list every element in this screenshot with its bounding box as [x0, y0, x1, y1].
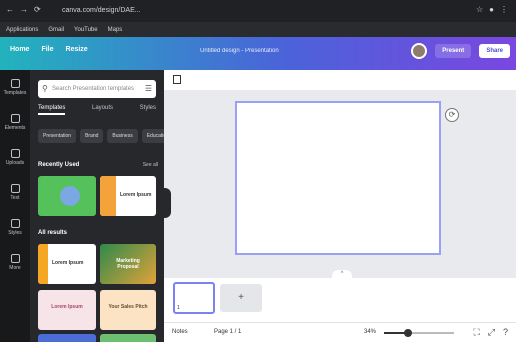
page-strip [164, 278, 516, 322]
side-rail: Templates Elements Uploads Text Styles M… [0, 70, 30, 342]
rail-item-styles[interactable]: Styles [0, 210, 30, 245]
zoom-knob[interactable] [403, 329, 412, 337]
bookmark-item[interactable]: Gmail [48, 27, 64, 33]
resize-button[interactable]: Resize [66, 46, 88, 53]
rail-item-uploads[interactable]: Uploads [0, 140, 30, 175]
thumb-graphic [38, 244, 48, 284]
reload-icon[interactable]: ⟳ [34, 5, 41, 14]
template-thumb[interactable]: Lorem Ipsum [38, 244, 96, 284]
page-thumbnail[interactable]: 1 [173, 282, 215, 314]
back-icon[interactable]: ← [6, 5, 14, 14]
filter-chips: Presentation Brand Business Education [38, 129, 164, 143]
avatar[interactable] [411, 43, 428, 59]
rail-item-elements[interactable]: Elements [0, 105, 30, 140]
rail-item-templates[interactable]: Templates [0, 70, 30, 105]
chip[interactable]: Presentation [38, 129, 77, 143]
rail-label: Text [10, 195, 20, 201]
panel-tabs: Templates Layouts Styles [38, 105, 156, 115]
rail-item-text[interactable]: Text [0, 175, 30, 210]
show-pages-button[interactable]: ^ [332, 270, 352, 278]
tab-styles[interactable]: Styles [140, 105, 156, 115]
thumb-label: Marketing Proposal [116, 258, 140, 270]
add-page-button[interactable]: + [220, 284, 262, 312]
profile-icon[interactable]: ● [489, 5, 494, 14]
template-thumb[interactable] [38, 176, 96, 216]
bookmarks-bar: Applications Gmail YouTube Maps [0, 22, 516, 37]
tab-layouts[interactable]: Layouts [92, 105, 113, 115]
thumb-label: Lorem Ipsum [52, 260, 84, 266]
text-icon [10, 184, 20, 193]
rail-label: Elements [4, 125, 26, 131]
more-icon [10, 254, 20, 263]
collapse-panel-handle[interactable] [162, 188, 171, 218]
rail-label: Styles [8, 230, 22, 236]
rotate-icon[interactable]: ⟳ [445, 108, 459, 122]
bookmark-star-icon[interactable]: ☆ [476, 5, 483, 14]
thumb-label: Lorem Ipsum [51, 304, 83, 310]
expand-icon[interactable]: ⤢ [488, 327, 495, 338]
zoom-value: 34% [364, 329, 377, 335]
search-input[interactable]: ⚲ Search Presentation templates ☰ [38, 80, 156, 98]
bookmark-item[interactable]: YouTube [74, 27, 98, 33]
address-bar[interactable]: canva.com/design/DAE... [62, 5, 312, 17]
browser-nav: ← → ⟳ [6, 5, 41, 14]
templates-icon [10, 79, 20, 88]
browser-toolbar: ← → ⟳ canva.com/design/DAE... ☆ ● ⋮ [0, 0, 516, 22]
search-placeholder: Search Presentation templates [52, 86, 135, 92]
tab-templates[interactable]: Templates [38, 105, 66, 115]
rail-label: Templates [3, 90, 27, 96]
design-canvas[interactable] [235, 101, 441, 255]
thumb-label: Your Sales Pitch [108, 304, 148, 310]
page-number: 1 [177, 305, 180, 311]
rail-item-more[interactable]: More [0, 245, 30, 280]
notes-button[interactable]: Notes [172, 329, 188, 335]
template-thumb[interactable] [100, 334, 156, 342]
zoom-slider[interactable] [384, 329, 454, 337]
rail-label: Uploads [5, 160, 25, 166]
thumb-graphic [100, 176, 116, 216]
see-all-link[interactable]: See all [143, 162, 158, 168]
template-thumb[interactable]: Marketing Proposal [100, 244, 156, 284]
section-title: All results [38, 230, 68, 236]
bookmark-item[interactable]: Maps [108, 27, 123, 33]
page-count: Page 1 / 1 [214, 329, 242, 335]
bottom-bar: Notes Page 1 / 1 34% ⛶ ⤢ ? [164, 322, 516, 342]
editor-header: Home File Resize Untitled design - Prese… [0, 37, 516, 70]
bookmark-item[interactable]: Applications [6, 27, 38, 33]
fullscreen-icon[interactable]: ⛶ [473, 327, 479, 338]
editor-toolbar [164, 70, 516, 90]
thumb-graphic [60, 186, 80, 206]
share-button[interactable]: Share [479, 44, 510, 58]
template-thumb[interactable]: Your Sales Pitch [100, 290, 156, 330]
page-icon[interactable] [173, 75, 181, 84]
styles-icon [10, 219, 20, 228]
template-thumb[interactable] [38, 334, 96, 342]
present-button[interactable]: Present [435, 44, 472, 58]
template-thumb[interactable]: Lorem Ipsum [100, 176, 156, 216]
template-thumb[interactable]: Lorem Ipsum [38, 290, 96, 330]
filter-icon[interactable]: ☰ [145, 80, 152, 98]
section-title: Recently Used [38, 162, 80, 168]
browser-menu-icon[interactable]: ⋮ [500, 5, 508, 14]
chip[interactable]: Brand [80, 129, 104, 143]
rail-label: More [9, 265, 21, 271]
browser-extensions: ☆ ● ⋮ [476, 5, 508, 14]
thumb-label: Lorem Ipsum [120, 192, 152, 198]
help-icon[interactable]: ? [503, 327, 508, 338]
upload-icon [10, 149, 20, 158]
document-title[interactable]: Untitled design - Presentation [200, 48, 279, 54]
elements-icon [10, 114, 20, 123]
home-button[interactable]: Home [10, 46, 29, 53]
chip[interactable]: Business [107, 129, 138, 143]
forward-icon[interactable]: → [20, 5, 28, 14]
templates-panel: ⚲ Search Presentation templates ☰ Templa… [30, 70, 164, 342]
chip[interactable]: Education [141, 129, 164, 143]
file-menu[interactable]: File [41, 46, 53, 53]
search-icon: ⚲ [42, 84, 48, 93]
